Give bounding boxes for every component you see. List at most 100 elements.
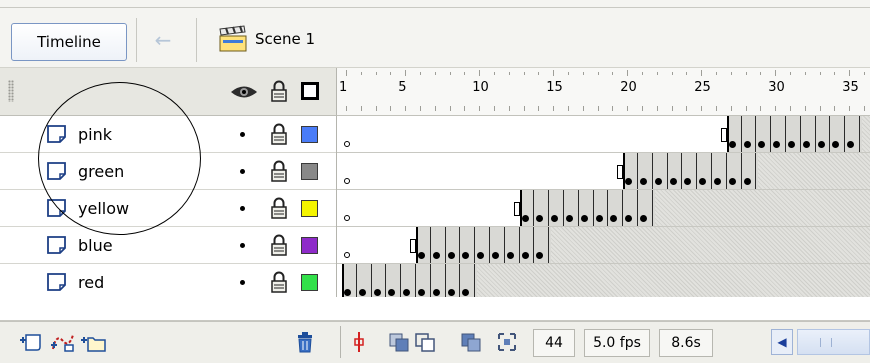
keyframe-cell[interactable] — [431, 264, 446, 297]
layer-row-yellow[interactable]: yellow — [0, 190, 336, 227]
empty-keyframe[interactable] — [344, 252, 350, 258]
keyframe-cell[interactable] — [608, 190, 624, 226]
visibility-dot[interactable] — [240, 280, 245, 285]
keyframe-cell[interactable] — [446, 264, 461, 297]
keyframe-cell[interactable] — [668, 153, 683, 189]
outline-color-swatch[interactable] — [301, 163, 318, 180]
layer-row-pink[interactable]: pink — [0, 116, 336, 153]
visibility-dot[interactable] — [240, 132, 245, 137]
keyframe-cell[interactable] — [564, 190, 579, 226]
modify-onion-markers-icon[interactable] — [496, 331, 518, 353]
back-arrow-icon[interactable]: ← — [150, 29, 176, 51]
timeline-button[interactable]: Timeline — [11, 23, 127, 61]
keyframe-cell[interactable] — [727, 116, 742, 152]
frame-row-blue[interactable] — [337, 227, 870, 264]
keyframe-cell[interactable] — [623, 190, 638, 226]
keyframe-cell[interactable] — [742, 153, 757, 189]
frame-rate-field[interactable]: 5.0 fps — [584, 329, 650, 357]
panel-grip-icon[interactable] — [8, 80, 14, 102]
keyframe-cell[interactable] — [712, 153, 727, 189]
keyframe-cell[interactable] — [756, 116, 772, 152]
keyframe-cell[interactable] — [579, 190, 594, 226]
keyframe-cell[interactable] — [534, 190, 550, 226]
layer-name[interactable]: blue — [78, 236, 113, 255]
onion-skin-outlines-icon[interactable] — [414, 331, 436, 353]
layer-name[interactable]: yellow — [78, 199, 129, 218]
keyframe-cell[interactable] — [520, 190, 535, 226]
insert-folder-icon[interactable] — [80, 331, 108, 353]
add-motion-guide-icon[interactable] — [50, 331, 76, 353]
keyframe-cell[interactable] — [845, 116, 860, 152]
keyframe-cell[interactable] — [416, 227, 431, 263]
keyframe-cell[interactable] — [505, 227, 520, 263]
keyframe-cell[interactable] — [446, 227, 461, 263]
frame-row-red[interactable] — [337, 264, 870, 297]
eye-icon[interactable] — [230, 84, 258, 100]
keyframe-cell[interactable] — [830, 116, 846, 152]
keyframe-cell[interactable] — [638, 190, 653, 226]
outline-color-swatch[interactable] — [301, 200, 318, 217]
keyframe-cell[interactable] — [520, 227, 535, 263]
keyframe-cell[interactable] — [638, 153, 653, 189]
keyframe-cell[interactable] — [697, 153, 712, 189]
keyframe-cell[interactable] — [801, 116, 816, 152]
keyframe-cell[interactable] — [475, 227, 490, 263]
keyframe-cell[interactable] — [386, 264, 402, 297]
horizontal-scrollbar-thumb[interactable] — [797, 329, 870, 355]
keyframe-cell[interactable] — [357, 264, 372, 297]
keyframe-cell[interactable] — [416, 264, 431, 297]
visibility-dot[interactable] — [240, 243, 245, 248]
layer-row-red[interactable]: red — [0, 264, 336, 301]
outline-color-swatch[interactable] — [301, 126, 318, 143]
keyframe-cell[interactable] — [682, 153, 698, 189]
outline-color-swatch[interactable] — [301, 237, 318, 254]
keyframe-cell[interactable] — [786, 116, 801, 152]
lock-icon[interactable] — [271, 160, 287, 182]
layer-row-green[interactable]: green — [0, 153, 336, 190]
frames-area[interactable] — [336, 116, 870, 297]
keyframe-cell[interactable] — [372, 264, 387, 297]
keyframe-cell[interactable] — [460, 227, 476, 263]
lock-icon[interactable] — [271, 123, 287, 145]
visibility-dot[interactable] — [240, 206, 245, 211]
trash-icon[interactable] — [296, 331, 314, 353]
keyframe-cell[interactable] — [594, 190, 609, 226]
frame-ruler[interactable]: 1 5 10 15 20 25 30 35 — [336, 68, 870, 116]
outline-color-swatch[interactable] — [301, 274, 318, 291]
lock-icon[interactable] — [271, 234, 287, 256]
edit-multiple-frames-icon[interactable] — [460, 331, 482, 353]
frame-row-pink[interactable] — [337, 116, 870, 153]
keyframe-cell[interactable] — [401, 264, 416, 297]
keyframe-cell[interactable] — [623, 153, 638, 189]
empty-keyframe[interactable] — [344, 215, 350, 221]
keyframe-cell[interactable] — [490, 227, 505, 263]
empty-keyframe[interactable] — [344, 141, 350, 147]
frame-row-green[interactable] — [337, 153, 870, 190]
outline-square-icon[interactable] — [301, 82, 319, 100]
visibility-dot[interactable] — [240, 169, 245, 174]
keyframe-cell[interactable] — [431, 227, 446, 263]
empty-keyframe[interactable] — [344, 178, 350, 184]
insert-layer-icon[interactable] — [18, 331, 44, 353]
lock-icon[interactable] — [271, 197, 287, 219]
frame-row-yellow[interactable] — [337, 190, 870, 227]
keyframe-cell[interactable] — [460, 264, 476, 297]
layer-name[interactable]: green — [78, 162, 124, 181]
scene-label[interactable]: Scene 1 — [255, 30, 315, 48]
onion-skin-icon[interactable] — [388, 331, 410, 353]
keyframe-cell[interactable] — [342, 264, 357, 297]
center-frame-icon[interactable] — [352, 331, 366, 353]
keyframe-cell[interactable] — [727, 153, 742, 189]
keyframe-cell[interactable] — [771, 116, 786, 152]
lock-icon[interactable] — [271, 271, 287, 293]
layer-name[interactable]: pink — [78, 125, 112, 144]
lock-icon[interactable] — [271, 80, 287, 102]
keyframe-cell[interactable] — [742, 116, 757, 152]
keyframe-cell[interactable] — [816, 116, 831, 152]
layer-row-blue[interactable]: blue — [0, 227, 336, 264]
keyframe-cell[interactable] — [534, 227, 550, 263]
keyframe-cell[interactable] — [549, 190, 564, 226]
layer-name[interactable]: red — [78, 273, 104, 292]
keyframe-cell[interactable] — [653, 153, 668, 189]
scroll-left-arrow-icon[interactable]: ◀ — [771, 329, 793, 355]
